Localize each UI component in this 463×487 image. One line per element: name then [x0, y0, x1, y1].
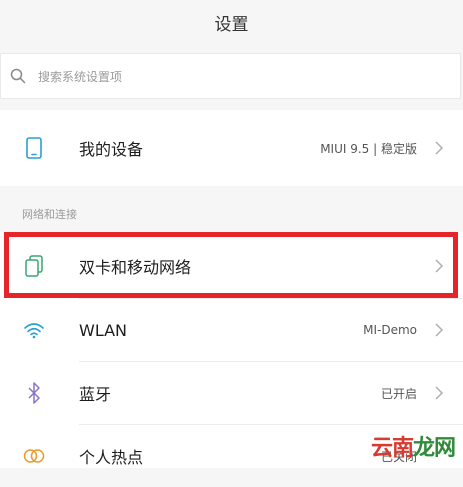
hotspot-label: 个人热点 — [79, 448, 144, 467]
phone-icon — [22, 136, 46, 160]
chevron-right-icon — [435, 259, 444, 273]
page-title: 设置 — [214, 14, 249, 35]
wifi-icon — [22, 318, 46, 342]
dual-sim-label: 双卡和移动网络 — [79, 258, 192, 277]
my-device-label: 我的设备 — [79, 140, 144, 159]
my-device-value: MIUI 9.5 | 稳定版 — [320, 141, 417, 156]
hotspot-icon — [22, 444, 46, 468]
hotspot-value: 已关闭 — [380, 449, 417, 464]
chevron-right-icon — [435, 141, 444, 155]
dual-sim-row[interactable]: 双卡和移动网络 — [0, 234, 463, 298]
wlan-value: MI-Demo — [363, 323, 417, 337]
dual-sim-icon — [22, 254, 46, 278]
title-bar: 设置 — [0, 0, 463, 44]
search-input[interactable]: 搜索系统设置项 — [0, 53, 461, 99]
search-icon — [10, 68, 26, 84]
chevron-right-icon — [435, 386, 444, 400]
section-header-network: 网络和连接 — [22, 208, 77, 221]
bluetooth-label: 蓝牙 — [79, 385, 112, 404]
bluetooth-value: 已开启 — [380, 386, 417, 401]
bluetooth-icon — [22, 381, 46, 405]
wlan-label: WLAN — [79, 320, 128, 340]
my-device-row[interactable]: 我的设备 MIUI 9.5 | 稳定版 — [0, 110, 463, 186]
bluetooth-row[interactable]: 蓝牙 已开启 — [0, 362, 463, 424]
wlan-row[interactable]: WLAN MI-Demo — [0, 299, 463, 361]
chevron-right-icon — [435, 323, 444, 337]
search-placeholder: 搜索系统设置项 — [38, 69, 123, 84]
hotspot-row[interactable]: 个人热点 已关闭 — [0, 425, 463, 487]
